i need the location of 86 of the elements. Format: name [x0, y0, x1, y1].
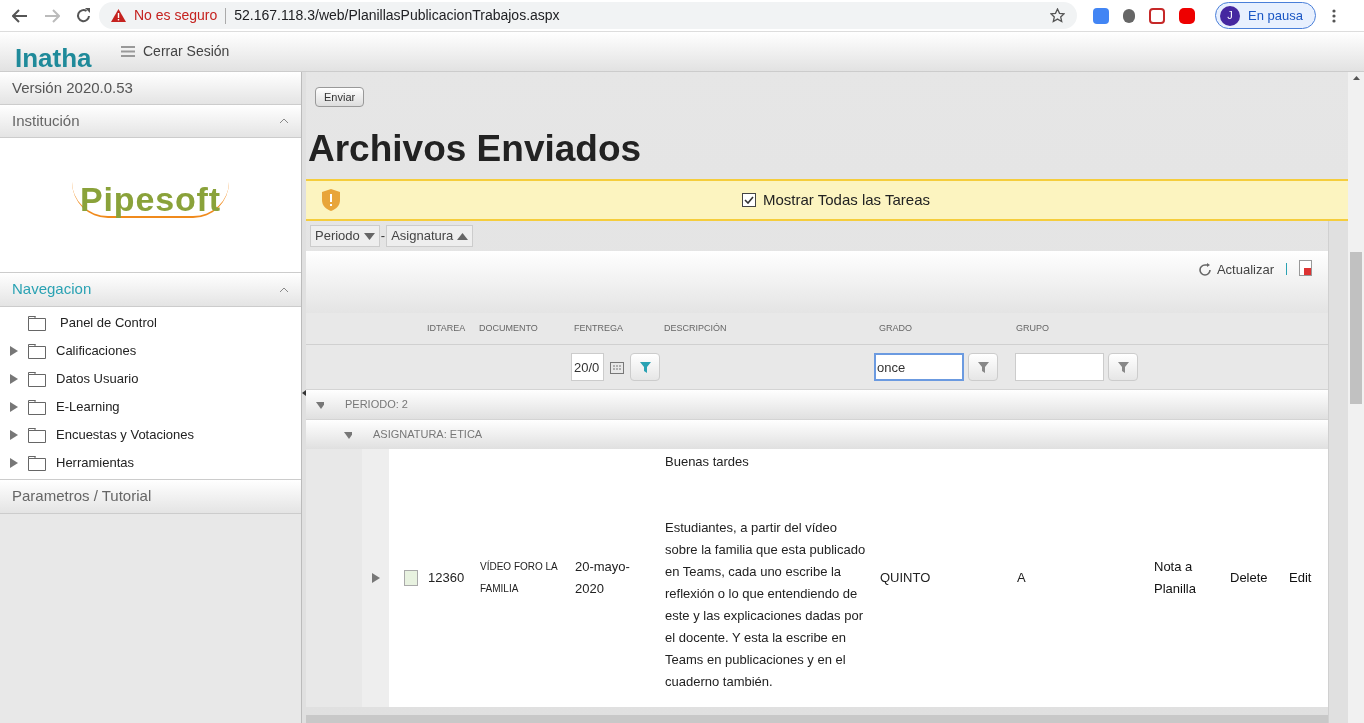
nav-item[interactable]: Calificaciones	[0, 337, 301, 365]
refresh-icon	[1197, 262, 1212, 277]
security-label: No es seguro	[134, 6, 218, 25]
date-filter-field[interactable]: 20/0	[571, 353, 604, 381]
folder-icon	[28, 399, 46, 415]
grade-filter-field[interactable]: once	[874, 353, 964, 381]
nav-item[interactable]: Encuestas y Votaciones	[0, 421, 301, 449]
filter-button[interactable]	[630, 353, 660, 381]
section-title: Navegacion	[12, 279, 92, 300]
chip-separator: -	[380, 227, 386, 246]
menu-icon[interactable]	[121, 46, 135, 57]
filter-icon	[1117, 361, 1129, 373]
table-cell-text: 20-mayo-2020	[574, 558, 631, 598]
check-icon	[744, 196, 754, 204]
institution-logo: Pipesoft	[72, 182, 229, 218]
scroll-up-icon[interactable]	[1352, 76, 1360, 80]
sort-up-icon	[457, 232, 469, 240]
expand-icon	[10, 346, 18, 356]
group-chip[interactable]: Periodo	[310, 225, 380, 247]
filter-button[interactable]	[1108, 353, 1138, 381]
shield-warning-icon	[322, 189, 340, 211]
reload-icon[interactable]	[76, 8, 91, 23]
filter-icon	[639, 361, 651, 373]
warning-icon	[111, 9, 126, 22]
forward-icon[interactable]	[44, 8, 60, 23]
folder-icon	[28, 455, 46, 471]
back-icon[interactable]	[12, 8, 28, 23]
expand-icon	[10, 374, 18, 384]
expand-icon	[371, 573, 380, 583]
filter-icon	[977, 361, 989, 373]
folder-icon	[28, 427, 46, 443]
star-icon[interactable]	[1050, 8, 1065, 23]
section-title: Institución	[12, 110, 80, 131]
logout-link[interactable]: Cerrar Sesión	[143, 41, 230, 62]
expand-icon	[10, 430, 18, 440]
collapse-arrow-icon	[344, 429, 352, 440]
sort-down-icon	[363, 232, 375, 240]
filter-button[interactable]	[968, 353, 998, 381]
show-all-checkbox[interactable]	[742, 193, 756, 207]
collapse-arrow-icon	[316, 399, 324, 410]
section-title[interactable]: Parametros / Tutorial	[0, 480, 301, 514]
column-header[interactable]: DOCUMENTO	[476, 321, 571, 336]
nav-item[interactable]: Datos Usuario	[0, 365, 301, 393]
table-cell-text: VÍDEO FORO LA FAMILIA	[479, 559, 559, 596]
pdf-export-icon[interactable]	[1299, 260, 1312, 276]
description-text: Estudiantes, a partir del vídeo sobre la familia que esta publicado en Teams, cada uno escribe la reflexión o lo que entendiendo de este y las explicaciones dadas por el docente. Y esta la escribe en Teams en publicaciones y en el cuaderno también.	[665, 519, 867, 691]
folder-icon	[28, 315, 46, 331]
description-text: Buenas tardes	[665, 453, 750, 471]
nav-item[interactable]: Herramientas	[0, 449, 301, 477]
folder-icon	[28, 371, 46, 387]
version-header: Versión 2020.0.53	[0, 72, 301, 105]
url-text: 52.167.118.3/web/PlanillasPublicacionTrabajos.aspx	[234, 6, 560, 25]
chevron-up-icon[interactable]	[279, 286, 289, 293]
folder-icon	[28, 343, 46, 359]
chevron-up-icon[interactable]	[279, 118, 289, 124]
column-header[interactable]: GRUPO	[1013, 321, 1150, 336]
row-action-link[interactable]: Nota a Planilla	[1150, 556, 1226, 600]
table-cell-text: QUINTO	[879, 569, 932, 588]
profile-button[interactable]: J En pausa	[1215, 2, 1316, 29]
more-icon[interactable]	[1331, 8, 1336, 23]
column-header[interactable]: GRADO	[876, 321, 1013, 336]
nav-item[interactable]: E-Learning	[0, 393, 301, 421]
inner-scrollbar[interactable]	[1328, 221, 1348, 723]
column-header[interactable]: FENTREGA	[571, 321, 661, 336]
group-chip[interactable]: Asignatura	[386, 225, 474, 247]
table-cell-text: 12360	[427, 569, 466, 588]
page-title: Archivos Enviados	[307, 129, 643, 171]
scrollbar-thumb[interactable]	[1350, 252, 1362, 404]
expand-icon	[10, 458, 18, 468]
column-header[interactable]: DESCRIPCIÓN	[661, 321, 876, 336]
nav-item[interactable]: Panel de Control	[0, 309, 301, 337]
row-action-link[interactable]: Delete	[1226, 567, 1285, 589]
column-header[interactable]: IDTAREA	[424, 321, 476, 336]
logo: Inatha	[15, 45, 93, 71]
checkbox-label: Mostrar Todas las Tareas	[763, 189, 930, 210]
calendar-icon[interactable]	[610, 360, 624, 374]
horizontal-scrollbar[interactable]	[306, 715, 1328, 723]
refresh-button[interactable]: Actualizar	[1197, 260, 1274, 280]
group-filter-field[interactable]	[1015, 353, 1104, 381]
address-bar[interactable]: No es seguro 52.167.118.3/web/PlanillasPublicacionTrabajos.aspx	[99, 2, 1077, 29]
table-cell-text: A	[1016, 569, 1027, 588]
profile-status: En pausa	[1248, 6, 1303, 25]
expand-icon	[10, 402, 18, 412]
avatar: J	[1220, 5, 1240, 26]
send-button[interactable]: Enviar	[315, 87, 365, 108]
row-action-link[interactable]: Edit	[1285, 567, 1325, 589]
